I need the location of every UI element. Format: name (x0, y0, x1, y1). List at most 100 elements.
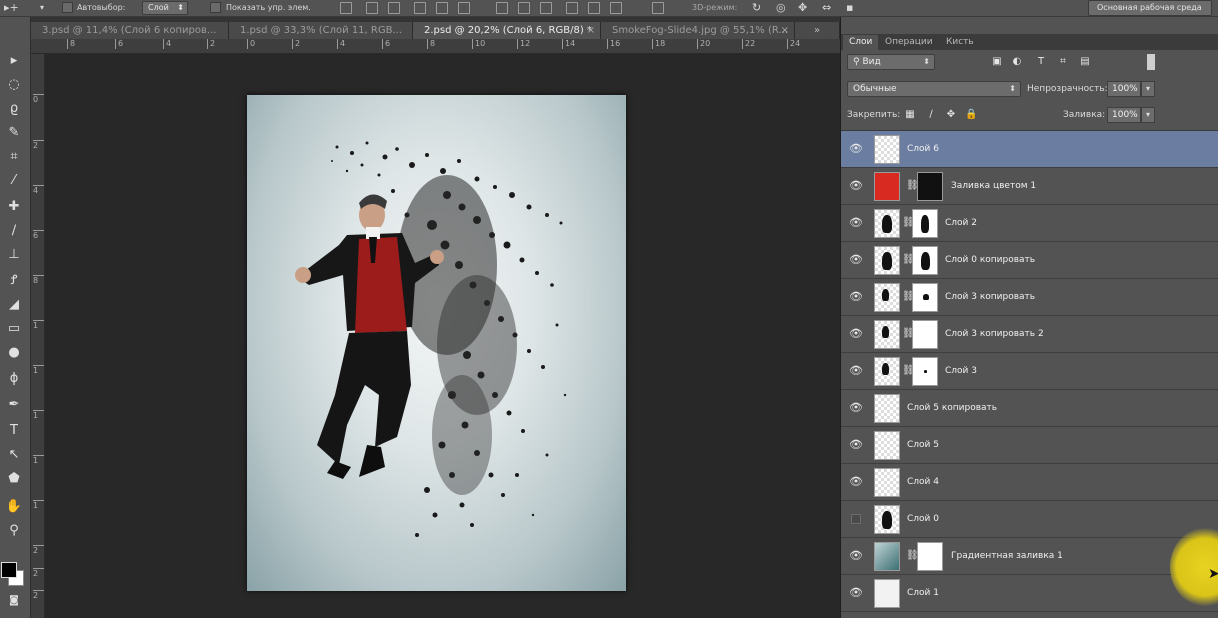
hand-tool-icon[interactable]: ✋ (3, 497, 25, 517)
document-canvas[interactable] (247, 95, 626, 591)
visibility-eye-icon[interactable]: 👁 (849, 364, 863, 378)
show-transform-checkbox[interactable] (210, 2, 221, 13)
tab-document[interactable]: 3.psd @ 11,4% (Слой 6 копиров... (31, 22, 229, 39)
layer-mask-thumbnail[interactable] (912, 357, 938, 386)
shape-tool-icon[interactable]: ⬟ (3, 469, 25, 489)
link-chain-icon[interactable]: ⛓ (902, 254, 915, 266)
type-tool-icon[interactable]: T (3, 421, 25, 441)
visibility-eye-icon[interactable]: 👁 (849, 179, 863, 193)
dodge-tool-icon[interactable]: ɸ (3, 369, 25, 389)
layer-row[interactable]: 👁 ⛓ Слой 3 (841, 353, 1218, 390)
layer-row[interactable]: Слой 0 (841, 501, 1218, 538)
move-tool-icon[interactable]: ▸ (3, 51, 25, 71)
filter-adjustment-icon[interactable]: ◐ (1011, 56, 1023, 68)
layer-name[interactable]: Слой 3 (945, 353, 977, 390)
distribute-top-icon[interactable] (496, 2, 508, 14)
path-select-tool-icon[interactable]: ↖ (3, 445, 25, 465)
fill-dropdown-icon[interactable]: ▾ (1141, 107, 1155, 123)
layer-row[interactable]: 👁 ⛓ Слой 3 копировать 2 (841, 316, 1218, 353)
layer-name[interactable]: Слой 4 (907, 464, 939, 501)
quick-mask-icon[interactable]: ◙ (3, 591, 25, 611)
visibility-eye-icon[interactable]: 👁 (849, 216, 863, 230)
layer-name[interactable]: Заливка цветом 1 (951, 168, 1036, 205)
healing-brush-tool-icon[interactable]: ✚ (3, 197, 25, 217)
link-chain-icon[interactable]: ⛓ (906, 180, 919, 192)
more-tabs-icon[interactable]: » (795, 22, 840, 39)
scale-3d-icon[interactable]: ▪ (846, 1, 853, 15)
layer-mask-thumbnail[interactable] (912, 283, 938, 312)
layer-name[interactable]: Слой 2 (945, 205, 977, 242)
workspace-switcher[interactable]: Основная рабочая среда (1088, 0, 1212, 16)
layer-row[interactable]: 👁 Слой 4 (841, 464, 1218, 501)
layer-mask-thumbnail[interactable] (917, 172, 943, 201)
distribute-vcenter-icon[interactable] (518, 2, 530, 14)
layer-row[interactable]: 👁 ⛓ Слой 0 копировать (841, 242, 1218, 279)
visibility-eye-icon[interactable]: 👁 (849, 401, 863, 415)
align-top-icon[interactable] (340, 2, 352, 14)
layer-filter-dropdown[interactable]: ⚲ Вид (847, 54, 935, 70)
layer-mask-thumbnail[interactable] (912, 209, 938, 238)
quick-select-tool-icon[interactable]: ✎ (3, 123, 25, 143)
fill-input[interactable]: 100% (1107, 107, 1141, 123)
slide-3d-icon[interactable]: ⇔ (822, 1, 831, 15)
foreground-color-swatch[interactable] (1, 562, 17, 578)
opacity-input[interactable]: 100% (1107, 81, 1141, 97)
align-bottom-icon[interactable] (388, 2, 400, 14)
filter-pixel-icon[interactable]: ▣ (991, 56, 1003, 68)
distribute-left-icon[interactable] (566, 2, 578, 14)
align-vcenter-icon[interactable] (366, 2, 378, 14)
layer-name[interactable]: Слой 3 копировать (945, 279, 1035, 316)
link-chain-icon[interactable]: ⛓ (902, 328, 915, 340)
auto-align-icon[interactable] (652, 2, 664, 14)
layer-row[interactable]: 👁 ⛓ Слой 2 (841, 205, 1218, 242)
tab-document[interactable]: SmokeFog-Slide4.jpg @ 55,1% (R... × (601, 22, 795, 39)
auto-select-checkbox[interactable] (62, 2, 73, 13)
lock-position-icon[interactable]: ✥ (945, 109, 957, 121)
align-left-icon[interactable] (414, 2, 426, 14)
layer-name[interactable]: Слой 1 (907, 575, 939, 612)
visibility-eye-icon[interactable]: 👁 (849, 475, 863, 489)
blend-mode-dropdown[interactable]: Обычные (847, 81, 1021, 97)
rotate-3d-icon[interactable]: ↻ (752, 1, 761, 15)
distribute-bottom-icon[interactable] (540, 2, 552, 14)
layer-name[interactable]: Слой 3 копировать 2 (945, 316, 1044, 353)
pen-tool-icon[interactable]: ✒ (3, 395, 25, 415)
eyedropper-tool-icon[interactable]: ⁄ (3, 171, 25, 191)
layer-row[interactable]: 👁 Слой 5 (841, 427, 1218, 464)
filter-smartobject-icon[interactable]: ▤ (1079, 56, 1091, 68)
filter-shape-icon[interactable]: ⌗ (1057, 56, 1069, 68)
drag-3d-icon[interactable]: ✥ (798, 1, 807, 15)
canvas-workspace[interactable] (46, 55, 840, 618)
layer-name[interactable]: Слой 6 (907, 131, 939, 168)
distribute-right-icon[interactable] (610, 2, 622, 14)
tab-brush[interactable]: Кисть (940, 35, 980, 50)
layer-row[interactable]: 👁 ⛓ Градиентная заливка 1 (841, 538, 1218, 575)
crop-tool-icon[interactable]: ⌗ (3, 147, 25, 167)
visibility-eye-icon[interactable]: 👁 (849, 327, 863, 341)
marquee-tool-icon[interactable]: ◌ (3, 75, 25, 95)
layer-name[interactable]: Слой 0 копировать (945, 242, 1035, 279)
tab-document-active[interactable]: 2.psd @ 20,2% (Слой 6, RGB/8) * × (413, 22, 601, 39)
close-tab-icon[interactable]: × (587, 22, 595, 39)
visibility-toggle-off[interactable] (851, 514, 861, 524)
layer-row[interactable]: 👁 ⛓ Слой 3 копировать (841, 279, 1218, 316)
filter-toggle-switch[interactable] (1147, 54, 1155, 70)
distribute-hcenter-icon[interactable] (588, 2, 600, 14)
layer-name[interactable]: Слой 5 копировать (907, 390, 997, 427)
layer-mask-thumbnail[interactable] (912, 246, 938, 275)
gradient-tool-icon[interactable]: ▭ (3, 319, 25, 339)
lasso-tool-icon[interactable]: ϱ (3, 99, 25, 119)
layer-name[interactable]: Слой 5 (907, 427, 939, 464)
layer-row[interactable]: 👁 ⛓ Заливка цветом 1 (841, 168, 1218, 205)
blur-tool-icon[interactable]: ● (3, 343, 25, 363)
eraser-tool-icon[interactable]: ◢ (3, 295, 25, 315)
layer-row[interactable]: 👁 Слой 1 (841, 575, 1218, 612)
close-tab-icon[interactable]: × (781, 22, 789, 39)
link-chain-icon[interactable]: ⛓ (902, 291, 915, 303)
stamp-tool-icon[interactable]: ⊥ (3, 245, 25, 265)
move-tool-icon[interactable]: ▸+ (4, 1, 19, 15)
auto-select-dropdown[interactable]: Слой (142, 1, 188, 15)
layer-row[interactable]: 👁 Слой 5 копировать (841, 390, 1218, 427)
tab-layers[interactable]: Слои (843, 35, 879, 50)
align-right-icon[interactable] (458, 2, 470, 14)
